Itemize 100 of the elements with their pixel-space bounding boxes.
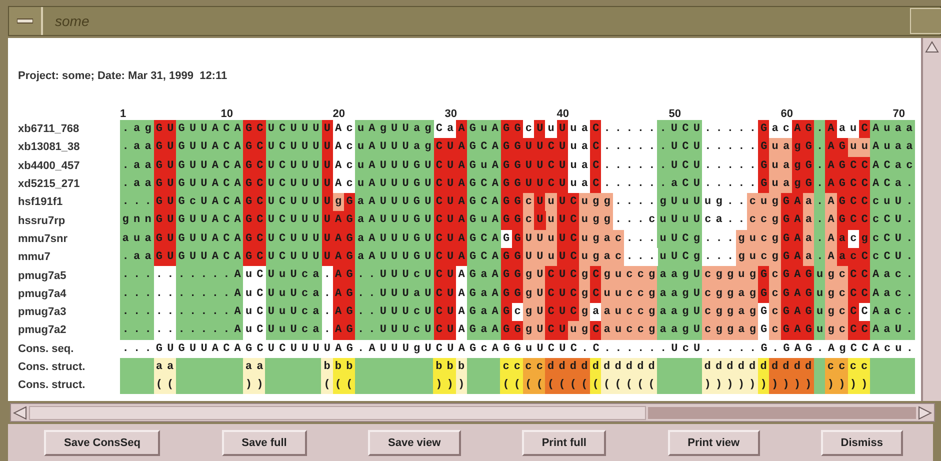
residue-run: .aa <box>120 248 154 266</box>
residue-run: ( <box>321 376 333 394</box>
sequence-name: Cons. seq. <box>18 342 74 355</box>
residue-run: .....A <box>176 321 244 340</box>
residue-run: U <box>534 120 546 138</box>
residue-run: GCA <box>467 248 501 266</box>
residue-run: )) <box>825 376 848 394</box>
residue-run: GuA <box>467 120 501 138</box>
residue-run: GA <box>780 193 804 212</box>
left-arrow-icon[interactable] <box>13 406 27 420</box>
residue-run: U <box>322 193 333 212</box>
residue-run: uUCg <box>658 248 702 266</box>
residue-run: )) <box>433 376 456 394</box>
residue-run: gc <box>825 321 848 340</box>
residue-run: c <box>769 284 781 303</box>
residue-run: a <box>803 193 814 212</box>
residue-run: uAUUUag <box>355 138 434 157</box>
residue-run: U <box>556 120 568 138</box>
residue-run: gU <box>523 302 546 322</box>
residue-run: ua <box>568 174 590 194</box>
residue-run: .UCU <box>657 120 702 138</box>
dialog-button[interactable]: Save full <box>222 430 307 456</box>
residue-run: C <box>590 120 602 138</box>
residue-run: GA <box>780 248 804 266</box>
residue-run: C <box>590 156 602 175</box>
residue-run: GG <box>500 193 524 212</box>
residue-run: g <box>579 302 590 322</box>
residue-run: UuUca <box>266 302 322 322</box>
residue-run: C <box>590 321 602 340</box>
residue-run: G <box>758 174 770 194</box>
residue-run: AG <box>332 321 356 340</box>
residue-run: .....A <box>176 284 244 303</box>
residue-run: C <box>590 284 602 303</box>
residue-run: GaA <box>467 284 501 303</box>
residue-run: ) <box>456 376 467 394</box>
column-number: 1 <box>120 108 126 120</box>
residue-run: ugg <box>579 211 613 230</box>
vertical-scrollbar[interactable] <box>921 38 941 401</box>
up-arrow-icon[interactable] <box>925 41 939 53</box>
residue-run: UUu <box>523 230 557 248</box>
dialog-button[interactable]: Print full <box>522 430 606 456</box>
scrollbar-thumb[interactable] <box>29 406 646 420</box>
residue-run: gucg <box>736 248 781 266</box>
residue-run: UCUUU <box>266 174 322 194</box>
residue-run: G <box>758 302 770 322</box>
residue-run: cCU. <box>870 211 915 230</box>
residue-run: UUu <box>523 248 557 266</box>
residue-run: GCC <box>836 193 870 212</box>
residue-run: UCUUU <box>266 193 322 212</box>
residue-run: UC <box>556 193 580 212</box>
dialog-button[interactable]: Dismiss <box>820 430 903 456</box>
residue-run: ..UUUaU <box>355 284 434 303</box>
residue-run: C <box>858 120 870 138</box>
residue-run: uUCg <box>657 230 702 248</box>
dialog-button[interactable]: Save view <box>368 430 461 456</box>
horizontal-scrollbar[interactable] <box>10 403 935 422</box>
residue-run: aagU <box>657 302 702 322</box>
residue-run: Auaa <box>870 120 915 138</box>
residue-run: )) <box>243 376 266 394</box>
residue-run: (((( <box>545 376 590 394</box>
residue-run: cggug <box>702 266 758 285</box>
residue-run: G <box>758 156 770 175</box>
residue-run: gucg <box>736 230 781 248</box>
residue-run: cc <box>848 358 870 376</box>
residue-run: cggag <box>702 302 758 322</box>
residue-run: UCUUU <box>266 230 322 248</box>
menu-icon <box>17 17 33 25</box>
residue-run: U <box>534 193 546 212</box>
residue-run: c <box>769 321 781 340</box>
dialog-button[interactable]: Print view <box>668 430 760 456</box>
residue-run: GG <box>500 266 524 285</box>
sequence-name: pmug7a5 <box>18 270 66 282</box>
right-arrow-icon[interactable] <box>918 406 932 420</box>
residue-run: AaU. <box>870 321 915 340</box>
residue-run: cuU. <box>870 193 915 212</box>
residue-run: CUC <box>545 266 580 285</box>
residue-run: a <box>590 302 602 322</box>
residue-run: C <box>590 266 602 285</box>
residue-run: GU <box>154 230 176 248</box>
sequence-name: pmug7a2 <box>18 324 66 336</box>
residue-run: ddddd <box>702 358 758 376</box>
residue-run: gUuU <box>657 193 702 212</box>
residue-run: . <box>814 138 826 157</box>
window-title: some <box>55 13 90 29</box>
residue-run: GG <box>500 284 524 303</box>
sequence-name: Cons. struct. <box>18 379 86 392</box>
residue-run: UAG <box>322 211 356 230</box>
residue-run: g <box>332 193 344 212</box>
residue-run: c <box>769 266 781 285</box>
residue-run: GAG <box>780 266 814 285</box>
residue-run: GU <box>154 211 176 230</box>
residue-run: A <box>825 211 837 230</box>
residue-run: GGUUCU <box>500 138 568 157</box>
residue-run: d <box>590 358 602 376</box>
residue-run: g <box>859 230 870 248</box>
residue-run: CU <box>434 266 456 285</box>
residue-run: U <box>322 138 333 157</box>
dialog-button[interactable]: Save ConsSeq <box>44 430 160 456</box>
window-menu-button[interactable] <box>9 7 43 35</box>
residue-run: .UCU <box>657 156 702 175</box>
